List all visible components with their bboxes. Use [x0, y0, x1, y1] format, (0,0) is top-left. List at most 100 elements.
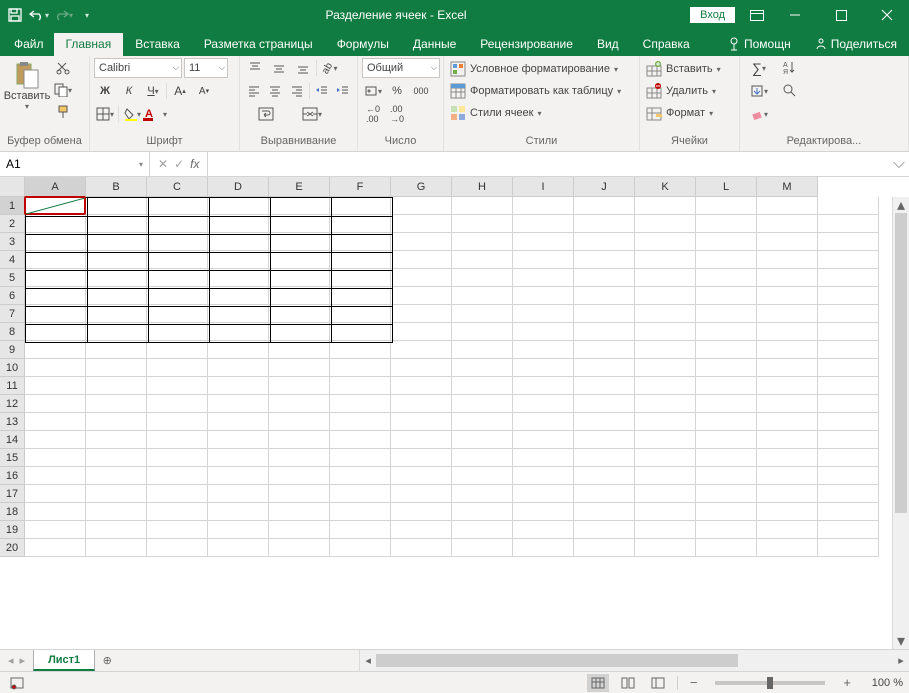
cell[interactable]: [635, 341, 696, 359]
format-cells-button[interactable]: Формат▾: [644, 102, 735, 124]
cell[interactable]: [452, 215, 513, 233]
zoom-in-button[interactable]: +: [839, 675, 855, 690]
zoom-slider[interactable]: [715, 681, 825, 685]
cell[interactable]: [696, 251, 757, 269]
cell[interactable]: [330, 395, 391, 413]
row-header[interactable]: 1: [0, 197, 25, 215]
cell[interactable]: [147, 269, 208, 287]
enter-formula-icon[interactable]: ✓: [174, 157, 184, 171]
expand-formula-bar-icon[interactable]: ⌵: [889, 152, 909, 176]
cell[interactable]: [330, 431, 391, 449]
cell[interactable]: [330, 215, 391, 233]
cell[interactable]: [25, 485, 86, 503]
cell[interactable]: [635, 377, 696, 395]
cell[interactable]: [452, 431, 513, 449]
cell[interactable]: [696, 323, 757, 341]
cut-icon[interactable]: [52, 58, 74, 78]
cell[interactable]: [25, 233, 86, 251]
cell[interactable]: [86, 395, 147, 413]
comma-format-icon[interactable]: 000: [410, 81, 432, 101]
merge-cells-icon[interactable]: ▾: [290, 104, 334, 124]
cell[interactable]: [391, 359, 452, 377]
cell[interactable]: [147, 359, 208, 377]
cell[interactable]: [574, 215, 635, 233]
clear-icon[interactable]: ▾: [744, 104, 774, 124]
accounting-format-icon[interactable]: ▾: [362, 81, 384, 101]
cell[interactable]: [86, 305, 147, 323]
cell[interactable]: [757, 341, 818, 359]
column-header[interactable]: L: [696, 177, 757, 197]
cell[interactable]: [574, 233, 635, 251]
cell[interactable]: [696, 485, 757, 503]
cell[interactable]: [208, 467, 269, 485]
tell-me-button[interactable]: Помощн: [716, 33, 803, 56]
cell[interactable]: [208, 449, 269, 467]
cell[interactable]: [513, 341, 574, 359]
cell[interactable]: [330, 233, 391, 251]
copy-icon[interactable]: ▾: [52, 80, 74, 100]
row-header[interactable]: 6: [0, 287, 25, 305]
cell[interactable]: [513, 287, 574, 305]
cell[interactable]: [391, 467, 452, 485]
cell[interactable]: [574, 467, 635, 485]
align-left-icon[interactable]: [244, 81, 264, 101]
cell[interactable]: [208, 359, 269, 377]
cell[interactable]: [574, 287, 635, 305]
cell[interactable]: [25, 377, 86, 395]
cell[interactable]: [452, 341, 513, 359]
cell[interactable]: [147, 395, 208, 413]
cell[interactable]: [635, 431, 696, 449]
cell[interactable]: [818, 197, 879, 215]
cell[interactable]: [574, 359, 635, 377]
cell[interactable]: [818, 251, 879, 269]
hscroll-thumb[interactable]: [376, 654, 738, 667]
cell[interactable]: [635, 287, 696, 305]
cell[interactable]: [452, 305, 513, 323]
column-header[interactable]: I: [513, 177, 574, 197]
row-header[interactable]: 11: [0, 377, 25, 395]
maximize-button[interactable]: [819, 1, 863, 29]
cell[interactable]: [25, 323, 86, 341]
cell[interactable]: [208, 341, 269, 359]
cell[interactable]: [147, 197, 208, 215]
cell[interactable]: [574, 521, 635, 539]
row-header[interactable]: 18: [0, 503, 25, 521]
number-format-combo[interactable]: Общий⌵: [362, 58, 440, 78]
tab-help[interactable]: Справка: [631, 33, 702, 56]
cell[interactable]: [757, 467, 818, 485]
cell[interactable]: [696, 269, 757, 287]
cell[interactable]: [330, 287, 391, 305]
cell[interactable]: [208, 521, 269, 539]
tab-view[interactable]: Вид: [585, 33, 631, 56]
cell[interactable]: [86, 269, 147, 287]
cell[interactable]: [757, 377, 818, 395]
cell[interactable]: [635, 233, 696, 251]
cell[interactable]: [147, 215, 208, 233]
cell[interactable]: [452, 395, 513, 413]
cell[interactable]: [269, 269, 330, 287]
align-center-icon[interactable]: [266, 81, 286, 101]
cell[interactable]: [208, 197, 269, 215]
login-button[interactable]: Вход: [690, 7, 735, 23]
grow-font-icon[interactable]: A▴: [169, 81, 191, 101]
cell[interactable]: [452, 467, 513, 485]
redo-icon[interactable]: ▾: [52, 4, 74, 26]
prev-sheet-icon[interactable]: ◂: [8, 654, 14, 667]
cell[interactable]: [391, 485, 452, 503]
row-header[interactable]: 14: [0, 431, 25, 449]
cell[interactable]: [635, 485, 696, 503]
cell[interactable]: [25, 503, 86, 521]
cell[interactable]: [452, 251, 513, 269]
cell[interactable]: [330, 341, 391, 359]
font-name-combo[interactable]: Calibri⌵: [94, 58, 182, 78]
next-sheet-icon[interactable]: ▸: [20, 654, 26, 667]
cell[interactable]: [25, 341, 86, 359]
increase-indent-icon[interactable]: [333, 81, 353, 101]
row-header[interactable]: 9: [0, 341, 25, 359]
cell[interactable]: [391, 503, 452, 521]
percent-format-icon[interactable]: %: [386, 81, 408, 101]
share-button[interactable]: Поделиться: [803, 33, 909, 56]
cell[interactable]: [757, 485, 818, 503]
cell[interactable]: [452, 269, 513, 287]
tab-formulas[interactable]: Формулы: [325, 33, 401, 56]
